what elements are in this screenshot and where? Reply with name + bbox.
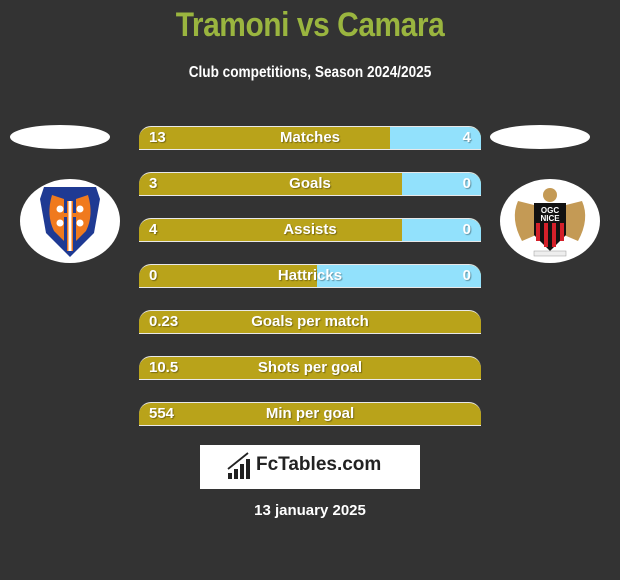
- stat-label: Matches: [279, 129, 341, 146]
- left-value: 3: [149, 175, 158, 192]
- stat-row-shots-per-goal: Shots per goal 10.5: [139, 356, 481, 380]
- right-value: 0: [462, 267, 471, 284]
- stat-row-hattricks: Hattricks 0 0: [139, 264, 481, 288]
- stat-label: Goals per match: [251, 313, 369, 330]
- stat-label: Goals: [289, 175, 331, 192]
- stat-row-matches: Matches 13 4: [139, 126, 481, 150]
- right-team-logo[interactable]: OGC NICE: [500, 179, 600, 263]
- right-value: 0: [462, 175, 471, 192]
- fctables-brand[interactable]: FcTables.com: [200, 445, 420, 489]
- page-title: Tramoni vs Camara: [175, 6, 445, 44]
- stat-label: Shots per goal: [257, 359, 363, 376]
- bar-chart-icon: [227, 452, 250, 479]
- left-value: 4: [149, 221, 158, 238]
- left-player-placeholder: [10, 125, 110, 149]
- left-value: 0.23: [149, 313, 179, 330]
- stat-label: Min per goal: [265, 405, 355, 422]
- left-value: 10.5: [149, 359, 179, 376]
- stat-row-goals-per-match: Goals per match 0.23: [139, 310, 481, 334]
- left-team-logo[interactable]: [20, 179, 120, 263]
- brand-name: FcTables.com: [256, 454, 382, 475]
- tampere-united-crest-icon: [40, 187, 100, 257]
- right-player-placeholder: [490, 125, 590, 149]
- stat-label: Hattricks: [277, 267, 343, 284]
- ogc-nice-crest-icon: OGC NICE: [514, 188, 586, 257]
- right-value: 4: [462, 129, 471, 146]
- left-value: 13: [149, 129, 166, 146]
- page-subtitle: Club competitions, Season 2024/2025: [188, 64, 432, 81]
- svg-text:NICE: NICE: [540, 214, 560, 223]
- stat-row-goals: Goals 3 0: [139, 172, 481, 196]
- left-value: 0: [149, 267, 158, 284]
- right-value: 0: [462, 221, 471, 238]
- stat-row-min-per-goal: Min per goal 554: [139, 402, 481, 426]
- stat-label: Assists: [283, 221, 337, 238]
- stat-row-assists: Assists 4 0: [139, 218, 481, 242]
- date-label: 13 january 2025: [254, 502, 366, 519]
- left-value: 554: [149, 405, 175, 422]
